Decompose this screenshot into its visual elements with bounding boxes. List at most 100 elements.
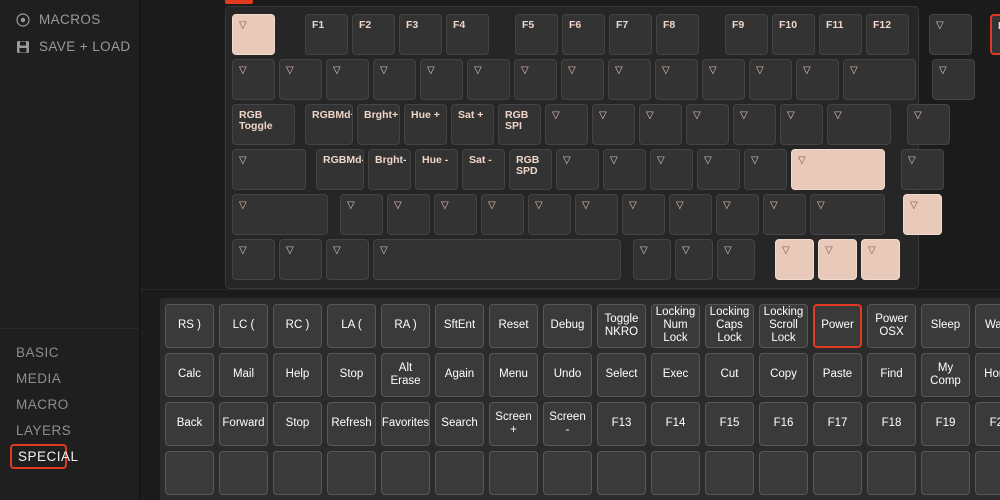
picker-key-rs[interactable]: RS )	[165, 303, 214, 348]
picker-key-paste[interactable]: Paste	[813, 352, 862, 397]
keyboard-key-transparent[interactable]: ▽	[717, 238, 755, 280]
picker-key-locking-caps-lock[interactable]: Locking Caps Lock	[705, 303, 754, 348]
keyboard-key-transparent[interactable]: ▽	[232, 193, 328, 235]
picker-key-menu[interactable]: Menu	[489, 352, 538, 397]
picker-key-favorites[interactable]: Favorites	[381, 401, 430, 446]
picker-key-mail[interactable]: Mail	[219, 352, 268, 397]
picker-key-search[interactable]: Search	[435, 401, 484, 446]
picker-key-calc[interactable]: Calc	[165, 352, 214, 397]
category-layers[interactable]: LAYERS	[0, 418, 139, 443]
picker-key-cut[interactable]: Cut	[705, 352, 754, 397]
keyboard-key-transparent[interactable]: ▽	[763, 193, 806, 235]
keyboard-key-rgbmd+[interactable]: RGBMd+	[305, 103, 353, 145]
keyboard-key-f8[interactable]: F8	[656, 13, 699, 55]
picker-key-power-osx[interactable]: Power OSX	[867, 303, 916, 348]
keyboard-key-f1[interactable]: F1	[305, 13, 348, 55]
picker-key-blank[interactable]	[165, 450, 214, 495]
picker-key-sleep[interactable]: Sleep	[921, 303, 970, 348]
picker-key-sftent[interactable]: SftEnt	[435, 303, 484, 348]
keyboard-key-transparent[interactable]: ▽	[697, 148, 740, 190]
keyboard-key-transparent[interactable]: ▽	[528, 193, 571, 235]
picker-key-power[interactable]: Power	[813, 303, 862, 348]
keyboard-key-transparent[interactable]: ▽	[818, 238, 857, 280]
picker-key-locking-scroll-lock[interactable]: Locking Scroll Lock	[759, 303, 808, 348]
picker-key-refresh[interactable]: Refresh	[327, 401, 376, 446]
active-layer-tab[interactable]	[225, 0, 253, 4]
picker-key-blank[interactable]	[921, 450, 970, 495]
keyboard-key-f6[interactable]: F6	[562, 13, 605, 55]
keyboard-key-f10[interactable]: F10	[772, 13, 815, 55]
picker-key-copy[interactable]: Copy	[759, 352, 808, 397]
picker-key-blank[interactable]	[705, 450, 754, 495]
picker-key-help[interactable]: Help	[273, 352, 322, 397]
category-media[interactable]: MEDIA	[0, 366, 139, 391]
picker-key-blank[interactable]	[651, 450, 700, 495]
picker-key-la[interactable]: LA (	[327, 303, 376, 348]
keyboard-key-transparent[interactable]: ▽	[232, 238, 275, 280]
picker-key-f16[interactable]: F16	[759, 401, 808, 446]
keyboard-key-hue -[interactable]: Hue -	[415, 148, 458, 190]
keyboard-key-hue +[interactable]: Hue +	[404, 103, 447, 145]
picker-key-blank[interactable]	[867, 450, 916, 495]
picker-key-toggle-nkro[interactable]: Toggle NKRO	[597, 303, 646, 348]
keyboard-key-brght-[interactable]: Brght-	[368, 148, 411, 190]
keyboard-key-transparent[interactable]: ▽	[467, 58, 510, 100]
picker-key-again[interactable]: Again	[435, 352, 484, 397]
picker-key-screen[interactable]: Screen -	[543, 401, 592, 446]
picker-key-blank[interactable]	[327, 450, 376, 495]
keyboard-key-transparent[interactable]: ▽	[907, 103, 950, 145]
category-special[interactable]: SPECIAL	[10, 444, 78, 469]
picker-key-f20[interactable]: F20	[975, 401, 1000, 446]
keyboard-key-transparent[interactable]: ▽	[810, 193, 885, 235]
keyboard-key-sat +[interactable]: Sat +	[451, 103, 494, 145]
keyboard-key-transparent[interactable]: ▽	[326, 58, 369, 100]
category-basic[interactable]: BASIC	[0, 340, 139, 365]
keyboard-key-transparent[interactable]: ▽	[340, 193, 383, 235]
keyboard-key-transparent[interactable]: ▽	[622, 193, 665, 235]
keyboard-key-transparent[interactable]: ▽	[775, 238, 814, 280]
keyboard-key-transparent[interactable]: ▽	[780, 103, 823, 145]
category-macro[interactable]: MACRO	[0, 392, 139, 417]
picker-key-stop[interactable]: Stop	[273, 401, 322, 446]
picker-key-alt-erase[interactable]: Alt Erase	[381, 352, 430, 397]
keyboard-key-f4[interactable]: F4	[446, 13, 489, 55]
keyboard-key-transparent[interactable]: ▽	[373, 58, 416, 100]
keyboard-key-transparent[interactable]: ▽	[861, 238, 900, 280]
picker-key-undo[interactable]: Undo	[543, 352, 592, 397]
keyboard-key-f3[interactable]: F3	[399, 13, 442, 55]
keyboard-key-transparent[interactable]: ▽	[655, 58, 698, 100]
keyboard-key-transparent[interactable]: ▽	[639, 103, 682, 145]
keyboard-key-transparent[interactable]: ▽	[932, 58, 975, 100]
keyboard-key-transparent[interactable]: ▽	[420, 58, 463, 100]
keyboard-key-transparent[interactable]: ▽	[650, 148, 693, 190]
picker-key-f17[interactable]: F17	[813, 401, 862, 446]
picker-key-blank[interactable]	[759, 450, 808, 495]
keyboard-key-sat -[interactable]: Sat -	[462, 148, 505, 190]
picker-key-back[interactable]: Back	[165, 401, 214, 446]
picker-key-select[interactable]: Select	[597, 352, 646, 397]
picker-key-my-comp[interactable]: My Comp	[921, 352, 970, 397]
picker-key-debug[interactable]: Debug	[543, 303, 592, 348]
picker-key-f14[interactable]: F14	[651, 401, 700, 446]
keyboard-key-transparent[interactable]: ▽	[575, 193, 618, 235]
keyboard-key-rgb spd[interactable]: RGB SPD	[509, 148, 552, 190]
keyboard-key-transparent[interactable]: ▽	[843, 58, 916, 100]
keyboard-key-transparent[interactable]: ▽	[592, 103, 635, 145]
keyboard-key-transparent[interactable]: ▽	[929, 13, 972, 55]
keyboard-key-transparent[interactable]: ▽	[901, 148, 944, 190]
keyboard-key-transparent[interactable]: ▽	[702, 58, 745, 100]
keyboard-key-transparent[interactable]: ▽	[733, 103, 776, 145]
picker-key-exec[interactable]: Exec	[651, 352, 700, 397]
keyboard-key-transparent[interactable]: ▽	[279, 58, 322, 100]
keyboard-key-transparent[interactable]: ▽	[545, 103, 588, 145]
keyboard-key-transparent[interactable]: ▽	[669, 193, 712, 235]
picker-key-ra[interactable]: RA )	[381, 303, 430, 348]
keyboard-key-f7[interactable]: F7	[609, 13, 652, 55]
keyboard-key-f11[interactable]: F11	[819, 13, 862, 55]
keyboard-key-f9[interactable]: F9	[725, 13, 768, 55]
picker-key-f15[interactable]: F15	[705, 401, 754, 446]
keyboard-key-f12[interactable]: F12	[866, 13, 909, 55]
picker-key-blank[interactable]	[813, 450, 862, 495]
picker-key-blank[interactable]	[597, 450, 646, 495]
sidebar-item-save-load[interactable]: SAVE + LOAD	[0, 33, 139, 60]
